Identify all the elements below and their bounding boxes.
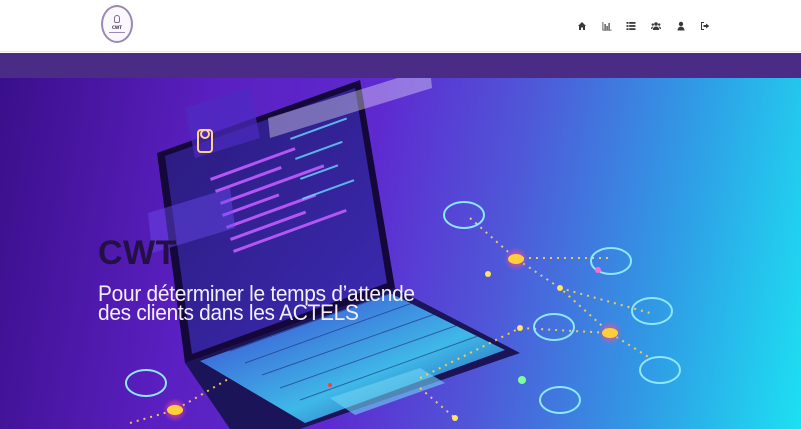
top-navbar: CWT <box>0 0 801 52</box>
bulb-icon <box>114 15 120 23</box>
hero-section: CWT Pour déterminer le temps d’attende d… <box>0 78 801 429</box>
home-icon[interactable] <box>570 18 595 34</box>
accent-banner <box>0 53 801 78</box>
logo-text: CWT <box>111 25 123 30</box>
users-icon[interactable] <box>644 18 669 34</box>
hero-title: CWT <box>98 234 177 272</box>
sign-out-icon[interactable] <box>693 18 718 34</box>
bar-chart-icon[interactable] <box>595 18 620 34</box>
nav-icon-bar <box>570 18 718 34</box>
hero-subtitle: Pour déterminer le temps d’attende des c… <box>98 281 415 325</box>
app-logo[interactable]: CWT <box>101 5 133 43</box>
user-icon[interactable] <box>668 18 693 34</box>
list-icon[interactable] <box>619 18 644 34</box>
